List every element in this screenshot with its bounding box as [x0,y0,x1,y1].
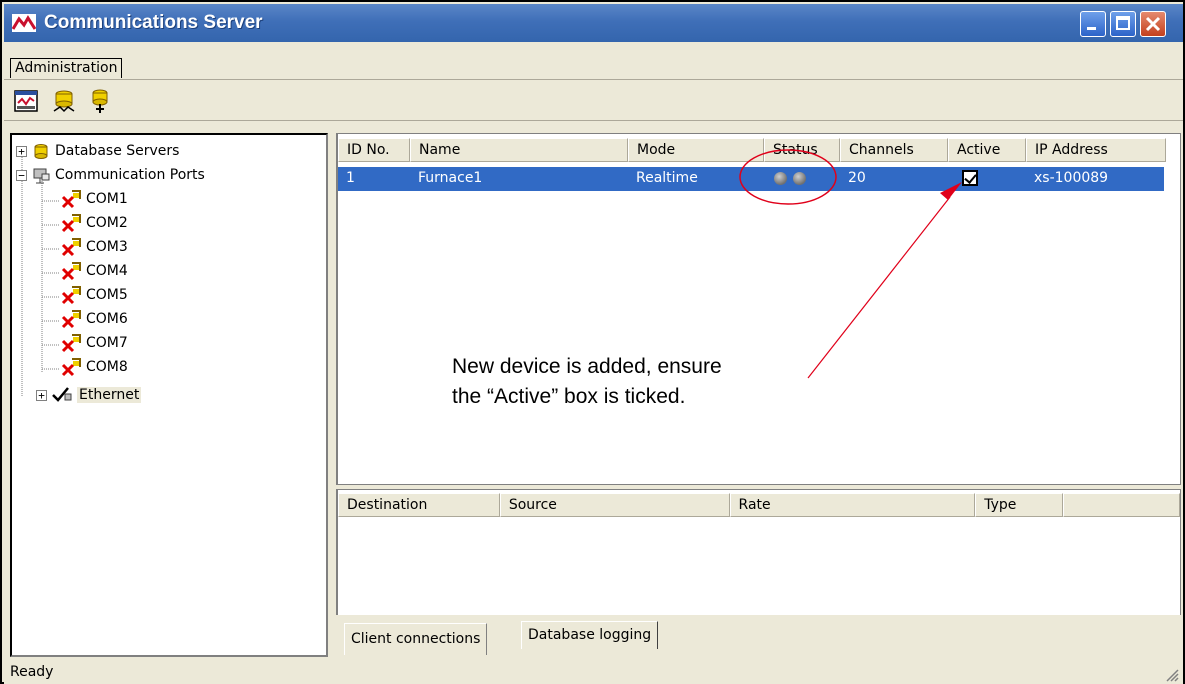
tree-item-com7[interactable]: COM7 [60,331,128,355]
tab-strip: Client connections Database logging [336,615,1181,657]
status-text: Ready [10,664,54,680]
toolbar [4,81,1183,121]
column-header-blank [1063,493,1180,517]
tree-item-com6[interactable]: COM6 [60,307,128,331]
annotation-line-2: the “Active” box is ticked. [452,385,686,408]
tree-label: COM5 [86,287,128,303]
tree-item-ethernet[interactable]: + Ethernet [36,383,142,407]
port-disconnected-icon [61,190,81,209]
column-header-channels[interactable]: Channels [840,138,948,162]
menu-bar: Administration [4,42,1183,80]
tree-item-database-servers[interactable]: + Database Servers [16,139,179,163]
menu-administration[interactable]: Administration [10,58,123,78]
devices-header: ID No. Name Mode Status Channels Active … [338,138,1180,162]
port-disconnected-icon [61,286,81,305]
resize-grip-icon[interactable] [1165,668,1179,682]
app-logo-icon [12,14,36,32]
tree-label: COM1 [86,191,128,207]
window-title: Communications Server [44,12,263,33]
tree-item-com3[interactable]: COM3 [60,235,128,259]
column-header-id[interactable]: ID No. [338,138,410,162]
maximize-button[interactable] [1110,11,1136,37]
title-bar[interactable]: Communications Server [4,4,1183,42]
cell-status [764,167,840,191]
minimize-icon [1087,27,1096,30]
tree-label: Database Servers [55,143,180,159]
server-monitor-icon[interactable] [12,87,40,115]
ports-icon [33,168,50,184]
tree-item-com4[interactable]: COM4 [60,259,128,283]
close-icon [1145,16,1161,32]
device-tree[interactable]: + Database Servers − Communication Ports… [10,133,328,657]
cell-channels: 20 [848,170,866,186]
tree-label: Communication Ports [55,167,205,183]
tree-item-com8[interactable]: COM8 [60,355,128,379]
tree-item-com1[interactable]: COM1 [60,187,128,211]
cell-id: 1 [346,170,355,186]
collapse-icon[interactable]: − [16,169,27,181]
tree-label: COM3 [86,239,128,255]
expand-icon[interactable]: + [16,145,27,157]
column-header-mode[interactable]: Mode [628,138,764,162]
status-indicator-icon [774,171,787,185]
tree-item-communication-ports[interactable]: − Communication Ports [16,163,205,187]
active-checkbox[interactable] [962,170,978,186]
expand-icon[interactable]: + [36,389,47,401]
column-header-rate[interactable]: Rate [729,493,976,517]
port-disconnected-icon [61,262,81,281]
maximize-icon [1116,16,1130,30]
ethernet-connected-icon [52,387,72,402]
close-button[interactable] [1140,11,1166,37]
devices-list[interactable]: ID No. Name Mode Status Channels Active … [336,133,1181,485]
cell-name: Furnace1 [418,170,483,186]
tree-label: COM4 [86,263,128,279]
column-header-name[interactable]: Name [410,138,628,162]
tree-item-com2[interactable]: COM2 [60,211,128,235]
column-header-status[interactable]: Status [764,138,840,162]
column-header-type[interactable]: Type [975,493,1064,517]
connect-database-icon[interactable] [50,87,78,115]
tree-label: COM8 [86,359,128,375]
port-disconnected-icon [61,238,81,257]
port-disconnected-icon [61,358,81,377]
status-bar: Ready [4,660,1183,684]
cell-mode: Realtime [636,170,698,186]
annotation-line-1: New device is added, ensure [452,355,722,378]
minimize-button[interactable] [1080,11,1106,37]
connections-header: Destination Source Rate Type [338,493,1180,517]
column-header-ip-address[interactable]: IP Address [1026,138,1166,162]
column-header-source[interactable]: Source [499,493,730,517]
tree-item-com5[interactable]: COM5 [60,283,128,307]
status-indicator-icon [793,171,806,185]
cell-active [948,167,1026,191]
tab-database-logging[interactable]: Database logging [521,621,659,649]
port-disconnected-icon [61,334,81,353]
port-disconnected-icon [61,310,81,329]
tree-label: Ethernet [77,387,142,403]
tree-label: COM6 [86,311,128,327]
column-header-active[interactable]: Active [948,138,1026,162]
tree-label: COM7 [86,335,128,351]
application-window: Communications Server Administration + D… [0,0,1185,684]
database-icon [34,144,48,159]
tree-label: COM2 [86,215,128,231]
add-device-icon[interactable] [86,87,114,115]
tab-client-connections[interactable]: Client connections [344,623,488,655]
column-header-destination[interactable]: Destination [338,493,500,517]
table-row[interactable]: 1 Furnace1 Realtime 20 xs-100089 [338,167,1164,191]
port-disconnected-icon [61,214,81,233]
cell-ip-address: xs-100089 [1034,170,1109,186]
annotation-callout: New device is added, ensure the “Active”… [452,352,722,412]
